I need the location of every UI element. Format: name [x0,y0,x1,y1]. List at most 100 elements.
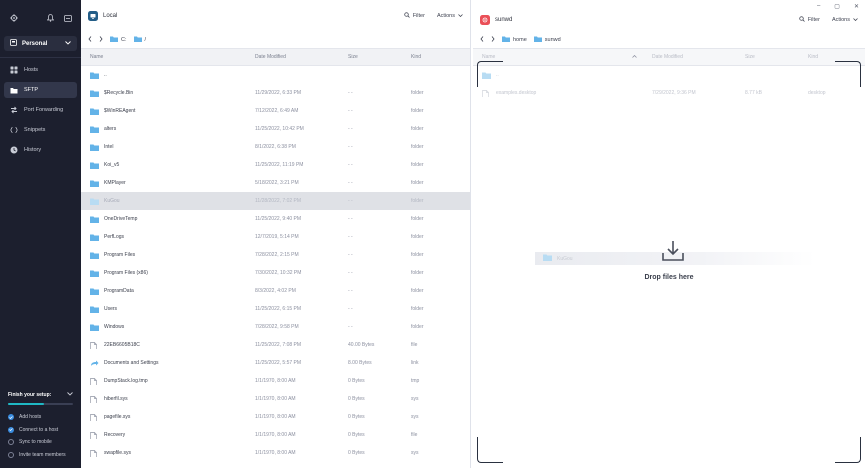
file-size: - - [348,108,353,114]
file-name: Program Files (x86) [104,270,148,276]
file-name: DumpStack.log.tmp [104,378,148,384]
back-arrow-icon[interactable] [480,36,484,44]
file-kind: folder [411,270,424,276]
table-row[interactable]: $WinREAgent 7/12/2022, 6:49 AM - - folder [81,102,470,120]
table-row[interactable]: Recovery 1/1/1970, 8:00 AM 0 Bytes file [81,426,470,444]
notification-bell-icon[interactable] [46,14,55,23]
folder-icon [90,324,99,331]
settings-gear-icon[interactable] [9,14,18,23]
sidebar-item-port-forwarding[interactable]: Port Forwarding [4,102,77,118]
file-kind: folder [411,288,424,294]
table-row[interactable]: KuGou 11/28/2022, 7:02 PM - - folder [81,192,470,210]
column-header-size[interactable]: Size [339,54,402,60]
table-row[interactable]: alters 11/25/2022, 10:42 PM - - folder [81,120,470,138]
local-panel-header: Local Filter Actions [81,0,470,32]
vault-selector[interactable]: Personal [4,36,77,51]
table-row[interactable]: OneDriveTemp 11/25/2022, 9:40 PM - - folder [81,210,470,228]
table-row[interactable]: KMPlayer 5/18/2022, 3:21 PM - - folder [81,174,470,192]
table-row[interactable]: Users 11/25/2022, 6:15 PM - - folder [81,300,470,318]
setup-task[interactable]: Sync to mobile [8,436,73,449]
file-name-cell: .. [81,72,246,79]
file-kind: folder [411,108,424,114]
file-date: 1/1/1970, 8:00 AM [255,414,296,420]
column-header-name[interactable]: Name [473,54,643,60]
file-kind: folder [411,216,424,222]
table-row[interactable]: Intel 8/1/2022, 6:38 PM - - folder [81,138,470,156]
file-date: 11/25/2022, 6:15 PM [255,306,302,312]
file-size: 40.00 Bytes [348,342,375,348]
column-header-date[interactable]: Date Modified [246,54,339,60]
sidebar-top-bar [0,0,81,36]
forward-arrow-icon[interactable] [491,36,495,44]
file-name: Koi_v5 [104,162,120,168]
file-kind: folder [411,144,424,150]
folder-icon [90,198,99,205]
column-header-date[interactable]: Date Modified [643,54,736,60]
file-name-cell: PerfLogs [81,234,246,241]
setup-task[interactable]: Add hosts [8,411,73,424]
table-row[interactable]: Documents and Settings 11/25/2022, 5:57 P… [81,354,470,372]
file-name: Program Files [104,252,136,258]
setup-task[interactable]: Connect to a host [8,424,73,437]
table-row[interactable]: Windows 7/28/2022, 9:58 PM - - folder [81,318,470,336]
back-arrow-icon[interactable] [88,36,92,44]
drop-zone-corner [835,437,861,463]
table-row[interactable]: Koi_v5 11/25/2022, 11:19 PM - - folder [81,156,470,174]
remote-filter-button[interactable]: Filter [799,16,820,24]
table-row[interactable]: ProgramData 8/3/2022, 4:02 PM - - folder [81,282,470,300]
table-row[interactable]: hiberfil.sys 1/1/1970, 8:00 AM 0 Bytes sys [81,390,470,408]
column-header-name[interactable]: Name [81,54,246,60]
table-row[interactable]: Program Files (x86) 7/30/2022, 10:32 PM - … [81,264,470,282]
table-row[interactable]: Program Files 7/28/2022, 2:15 PM - - folder [81,246,470,264]
local-host-icon [88,11,98,21]
drop-zone[interactable]: KuGou Drop files here [477,61,861,463]
file-name-cell: Program Files (x86) [81,270,246,277]
file-size: - - [348,234,353,240]
column-header-kind[interactable]: Kind [402,54,462,60]
breadcrumb-root[interactable]: / [133,36,146,44]
file-kind: folder [411,90,424,96]
maximize-icon[interactable]: ▢ [834,3,840,10]
setup-header[interactable]: Finish your setup: [8,388,73,402]
table-row[interactable]: $Recycle.Bin 11/29/2022, 6:33 PM - - folder [81,84,470,102]
table-row[interactable]: 22EB6605B18C 11/25/2022, 7:08 PM 40.00 Byt… [81,336,470,354]
file-name-cell: $Recycle.Bin [81,90,246,97]
vault-label: Personal [22,40,48,47]
inbox-icon[interactable] [63,14,72,23]
table-row[interactable]: pagefile.sys 1/1/1970, 8:00 AM 0 Bytes sys [81,408,470,426]
file-name: pagefile.sys [104,414,131,420]
breadcrumb-label: sunwd [544,37,561,43]
sidebar-item-label: Port Forwarding [24,107,64,113]
sidebar-item-snippets[interactable]: Snippets [4,122,77,138]
breadcrumb-home[interactable]: home [502,36,527,44]
table-row[interactable]: swapfile.sys 1/1/1970, 8:00 AM 0 Bytes sys [81,444,470,462]
remote-path-bar: home sunwd [473,32,865,48]
column-header-kind[interactable]: Kind [799,54,859,60]
folder-icon [90,288,99,295]
column-header-size[interactable]: Size [736,54,799,60]
breadcrumb-drive[interactable]: C: [110,36,127,44]
table-row[interactable]: PerfLogs 12/7/2019, 5:14 PM - - folder [81,228,470,246]
file-name: OneDriveTemp [104,216,138,222]
sidebar-item-hosts[interactable]: Hosts [4,62,77,78]
file-date: 1/1/1970, 8:00 AM [255,432,296,438]
close-icon[interactable]: ✕ [854,3,859,10]
local-file-list: .. $Recycle.Bin 11/29/2022, 6:33 PM - - fold… [81,66,470,462]
table-row[interactable]: .. [81,66,470,84]
minimize-icon[interactable]: – [817,3,820,10]
local-panel-title: Local [103,13,118,19]
file-kind: folder [411,198,424,204]
file-date: 7/28/2022, 9:58 PM [255,324,299,330]
table-row[interactable]: DumpStack.log.tmp 1/1/1970, 8:00 AM 0 Byte… [81,372,470,390]
local-actions-button[interactable]: Actions [437,13,463,19]
breadcrumb-user[interactable]: sunwd [533,36,561,44]
local-path-bar: C: / [81,32,470,48]
remote-actions-button[interactable]: Actions [832,17,858,23]
local-filter-button[interactable]: Filter [404,12,425,20]
setup-task[interactable]: Invite team members [8,449,73,462]
sidebar-item-history[interactable]: History [4,142,77,158]
file-date: 12/7/2019, 5:14 PM [255,234,299,240]
forward-arrow-icon[interactable] [99,36,103,44]
sidebar-item-sftp[interactable]: SFTP [4,82,77,98]
file-kind: sys [411,396,419,402]
